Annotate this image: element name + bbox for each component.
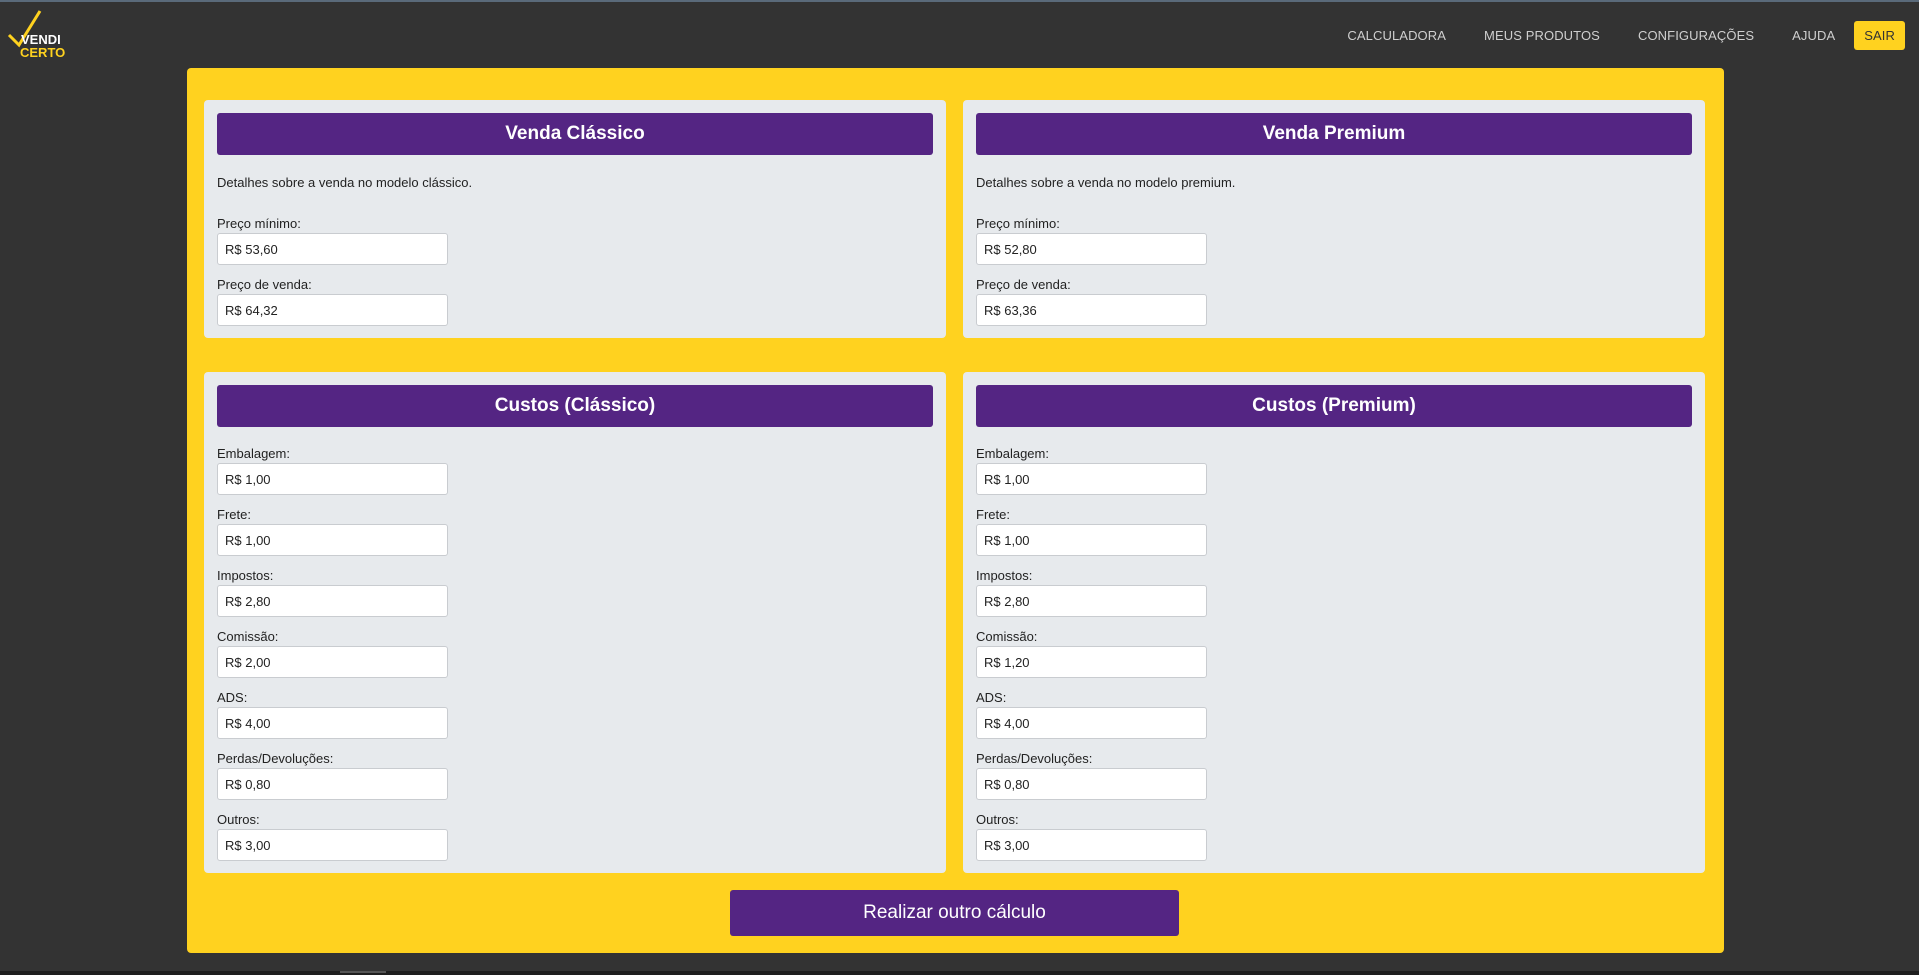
embalagem-input[interactable] bbox=[217, 463, 448, 495]
sale-price-label: Preço de venda: bbox=[217, 277, 312, 292]
embalagem-label: Embalagem: bbox=[217, 446, 290, 461]
card-venda-classico: Venda Clássico Detalhes sobre a venda no… bbox=[204, 100, 946, 338]
ads-input[interactable] bbox=[976, 707, 1207, 739]
card-title: Venda Premium bbox=[976, 113, 1692, 155]
min-price-input[interactable] bbox=[217, 233, 448, 265]
vendi-certo-logo[interactable]: VENDI CERTO bbox=[6, 8, 66, 60]
embalagem-input[interactable] bbox=[976, 463, 1207, 495]
frete-input[interactable] bbox=[976, 524, 1207, 556]
perdas-devolucoes-label: Perdas/Devoluções: bbox=[976, 751, 1093, 766]
outros-input[interactable] bbox=[976, 829, 1207, 861]
comissao-label: Comissão: bbox=[217, 629, 279, 644]
impostos-input[interactable] bbox=[976, 585, 1207, 617]
sale-price-input[interactable] bbox=[217, 294, 448, 326]
sale-price-label: Preço de venda: bbox=[976, 277, 1071, 292]
card-venda-premium: Venda Premium Detalhes sobre a venda no … bbox=[963, 100, 1705, 338]
outros-label: Outros: bbox=[217, 812, 260, 827]
nav-calculadora[interactable]: CALCULADORA bbox=[1347, 28, 1446, 43]
card-custos-premium: Custos (Premium) Embalagem: Frete: Impos… bbox=[963, 372, 1705, 873]
sale-price-input[interactable] bbox=[976, 294, 1207, 326]
results-panel: Venda Clássico Detalhes sobre a venda no… bbox=[187, 68, 1724, 953]
perdas-devolucoes-input[interactable] bbox=[217, 768, 448, 800]
card-title: Venda Clássico bbox=[217, 113, 933, 155]
nav-meus-produtos[interactable]: MEUS PRODUTOS bbox=[1484, 28, 1600, 43]
impostos-label: Impostos: bbox=[217, 568, 274, 583]
perdas-devolucoes-label: Perdas/Devoluções: bbox=[217, 751, 334, 766]
logout-button[interactable]: SAIR bbox=[1854, 20, 1905, 50]
comissao-input[interactable] bbox=[976, 646, 1207, 678]
ads-label: ADS: bbox=[976, 690, 1007, 705]
comissao-input[interactable] bbox=[217, 646, 448, 678]
outros-input[interactable] bbox=[217, 829, 448, 861]
logo-text-certo: CERTO bbox=[20, 45, 66, 60]
card-description: Detalhes sobre a venda no modelo premium… bbox=[976, 175, 1236, 190]
ads-input[interactable] bbox=[217, 707, 448, 739]
nav-ajuda[interactable]: AJUDA bbox=[1792, 28, 1835, 43]
min-price-label: Preço mínimo: bbox=[976, 216, 1060, 231]
taskbar-edge bbox=[0, 971, 1919, 975]
embalagem-label: Embalagem: bbox=[976, 446, 1049, 461]
ads-label: ADS: bbox=[217, 690, 248, 705]
impostos-label: Impostos: bbox=[976, 568, 1033, 583]
card-custos-classico: Custos (Clássico) Embalagem: Frete: Impo… bbox=[204, 372, 946, 873]
perdas-devolucoes-input[interactable] bbox=[976, 768, 1207, 800]
window-top-border bbox=[0, 0, 1919, 2]
min-price-input[interactable] bbox=[976, 233, 1207, 265]
comissao-label: Comissão: bbox=[976, 629, 1038, 644]
recalculate-button[interactable]: Realizar outro cálculo bbox=[730, 890, 1179, 936]
card-description: Detalhes sobre a venda no modelo clássic… bbox=[217, 175, 473, 190]
card-title: Custos (Clássico) bbox=[217, 385, 933, 427]
outros-label: Outros: bbox=[976, 812, 1019, 827]
nav-configuracoes[interactable]: CONFIGURAÇÕES bbox=[1638, 28, 1754, 43]
frete-label: Frete: bbox=[217, 507, 251, 522]
frete-label: Frete: bbox=[976, 507, 1010, 522]
frete-input[interactable] bbox=[217, 524, 448, 556]
impostos-input[interactable] bbox=[217, 585, 448, 617]
scroll-indicator bbox=[340, 971, 386, 973]
card-title: Custos (Premium) bbox=[976, 385, 1692, 427]
top-nav: CALCULADORA MEUS PRODUTOS CONFIGURAÇÕES … bbox=[1309, 20, 1905, 50]
min-price-label: Preço mínimo: bbox=[217, 216, 301, 231]
